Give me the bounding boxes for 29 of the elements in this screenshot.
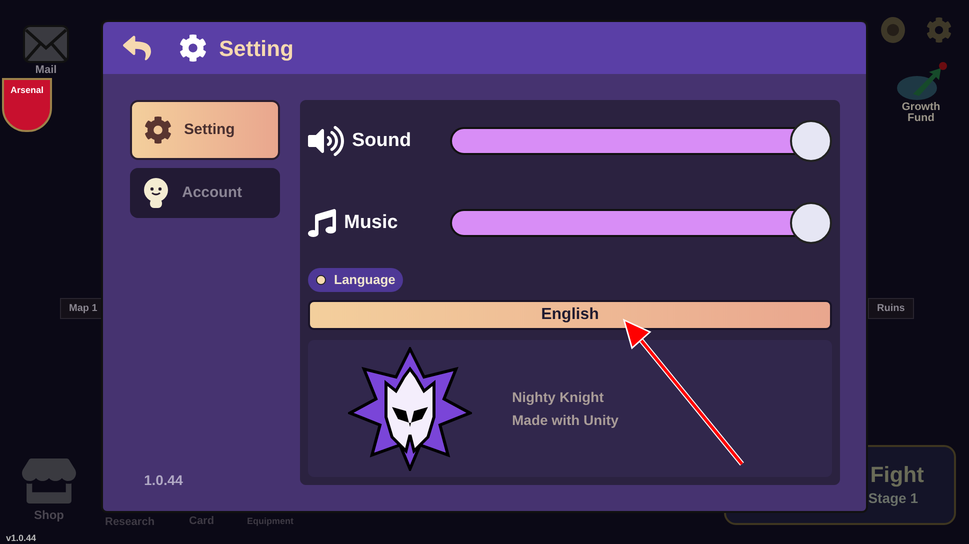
volume-slider[interactable]: [450, 202, 832, 244]
growth-fund-label: Growth Fund: [902, 102, 940, 124]
volume-slider[interactable]: [450, 120, 832, 162]
dialog-title: Setting: [219, 34, 294, 63]
app-version: 1.0.44: [144, 471, 183, 490]
gear-icon: [144, 116, 172, 144]
credit-line: Made with Unity: [512, 410, 619, 430]
back-button[interactable]: [123, 34, 151, 62]
sidebar-tab[interactable]: Setting: [130, 100, 280, 160]
slider-thumb[interactable]: [790, 120, 832, 162]
music-note-icon: [308, 209, 336, 237]
envelope-icon: [22, 24, 70, 64]
gear-icon: [179, 34, 207, 62]
speaker-icon: [308, 123, 344, 159]
game-version: v1.0.44: [6, 532, 36, 544]
credit-line: Nighty Knight: [512, 388, 605, 407]
slider-label: Music: [344, 210, 398, 235]
mail-label: Mail: [35, 64, 57, 76]
club-crest: Arsenal: [2, 78, 52, 132]
map-label: Ruins: [868, 298, 914, 319]
sidebar-tab[interactable]: Account: [130, 168, 280, 218]
back-arrow-icon: [123, 34, 151, 62]
language-dropdown[interactable]: English: [308, 300, 832, 330]
smiley-face-icon: [142, 177, 170, 209]
language-label: Language: [308, 268, 404, 292]
slider-thumb[interactable]: [790, 202, 832, 244]
slider-label: Sound: [352, 128, 412, 153]
coin-icon: [880, 16, 906, 44]
nav-label[interactable]: Shop: [34, 506, 64, 524]
